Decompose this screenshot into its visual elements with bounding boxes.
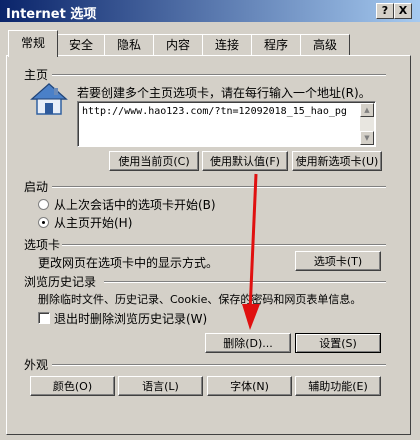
history-settings-button[interactable]: 设置(S) — [295, 333, 381, 353]
title-bar: Internet 选项 ? X — [0, 0, 420, 22]
help-button[interactable]: ? — [376, 3, 394, 19]
tabs-group-label: 选项卡 — [24, 238, 61, 252]
accessibility-button[interactable]: 辅助功能(E) — [295, 376, 381, 396]
tab-general[interactable]: 常规 — [8, 30, 58, 57]
home-url-input[interactable]: http://www.hao123.com/?tn=12092018_15_ha… — [77, 101, 376, 147]
startup-group-label: 启动 — [24, 180, 49, 194]
fonts-button[interactable]: 字体(N) — [207, 376, 292, 396]
languages-button[interactable]: 语言(L) — [118, 376, 203, 396]
tabs-button[interactable]: 选项卡(T) — [295, 251, 381, 271]
tab-programs[interactable]: 程序 — [251, 34, 301, 55]
startup-option-home[interactable] — [38, 217, 49, 228]
delete-on-exit-checkbox[interactable] — [38, 312, 50, 324]
window-title: Internet 选项 — [6, 7, 97, 22]
scroll-up-icon[interactable]: ▲ — [360, 103, 374, 117]
tabs-divider — [62, 244, 386, 246]
annotation-arrow-icon — [242, 173, 260, 330]
home-instruction: 若要创建多个主页选项卡，请在每行输入一个地址(R)。 — [77, 86, 371, 100]
startup-option-home-label: 从主页开始(H) — [54, 216, 133, 230]
history-group-label: 浏览历史记录 — [24, 275, 97, 289]
tab-privacy[interactable]: 隐私 — [104, 34, 154, 55]
delete-history-button[interactable]: 删除(D)... — [205, 333, 291, 353]
tab-content[interactable]: 内容 — [153, 34, 203, 55]
use-current-button[interactable]: 使用当前页(C) — [109, 151, 199, 171]
close-button[interactable]: X — [394, 3, 412, 19]
scroll-down-icon[interactable]: ▼ — [360, 131, 374, 145]
tab-advanced[interactable]: 高级 — [300, 34, 350, 55]
use-new-tab-button[interactable]: 使用新选项卡(U) — [292, 151, 382, 171]
url-scrollbar[interactable]: ▲ ▼ — [360, 103, 374, 145]
startup-divider — [52, 186, 386, 188]
startup-option-last-session[interactable] — [38, 199, 49, 210]
tabs-description: 更改网页在选项卡中的显示方式。 — [38, 256, 219, 270]
home-divider — [52, 74, 386, 76]
home-url-text: http://www.hao123.com/?tn=12092018_15_ha… — [82, 106, 347, 117]
use-default-button[interactable]: 使用默认值(F) — [202, 151, 288, 171]
home-group-label: 主页 — [24, 68, 49, 82]
house-icon — [30, 82, 68, 115]
tab-connections[interactable]: 连接 — [202, 34, 252, 55]
colors-button[interactable]: 颜色(O) — [30, 376, 115, 396]
history-description: 删除临时文件、历史记录、Cookie、保存的密码和网页表单信息。 — [38, 293, 362, 306]
delete-on-exit-label: 退出时删除浏览历史记录(W) — [54, 312, 208, 326]
appearance-group-label: 外观 — [24, 358, 49, 372]
appearance-divider — [52, 364, 386, 366]
startup-option-last-session-label: 从上次会话中的选项卡开始(B) — [54, 198, 216, 212]
tab-security[interactable]: 安全 — [57, 34, 105, 55]
